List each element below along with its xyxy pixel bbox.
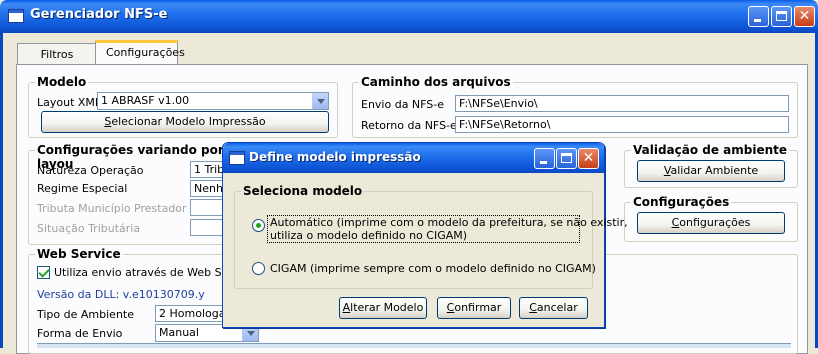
tipo-ambiente-select[interactable]: 2 Homologaçã [155,305,225,322]
close-icon: ✕ [582,150,595,166]
radio-cigam[interactable] [252,262,265,275]
chevron-down-icon[interactable] [312,93,328,109]
option-automatico-line2: utiliza o modelo definido no CIGAM) [270,229,468,242]
app-title-bar[interactable]: Gerenciador NFS-e ✕ [0,0,818,33]
selecionar-modelo-label: elecionar Modelo Impressão [111,115,266,128]
webservice-group-title: Web Service [35,247,123,261]
maximize-icon [561,153,572,163]
maximize-icon [776,11,787,21]
caminho-group-title: Caminho dos arquivos [359,75,513,89]
tipo-ambiente-label: Tipo de Ambiente [37,308,134,321]
dialog-window-icon [229,151,245,165]
dialog-title: Define modelo impressão [249,150,421,164]
regime-label: Regime Especial [37,182,128,195]
configuracoes-button[interactable]: Configurações [637,212,785,234]
minimize-icon [754,19,761,22]
configuracoes-label: onfigurações [679,216,751,229]
natureza-label: Natureza Operação [37,164,144,177]
layout-xml-value: 1 ABRASF v1.00 [101,94,190,107]
cancelar-button[interactable]: Cancelar [519,297,588,319]
envio-path-input[interactable]: F:\NFSe\Envio\ [455,95,789,112]
option-automatico-line1: Automático (imprime com o modelo da pref… [270,216,628,229]
dialog-body: Seleciona modelo Automático (imprime com… [226,173,628,325]
layout-xml-select[interactable]: 1 ABRASF v1.00 [97,92,329,110]
option-cigam-label: CIGAM (imprime sempre com o modelo defin… [270,262,596,275]
situacao-label: Situação Tributária [37,222,141,235]
dialog-title-bar[interactable]: Define modelo impressão ✕ [223,143,604,173]
app-title: Gerenciador NFS-e [30,7,168,22]
tab-configuracoes-label: Configurações [106,46,185,59]
dialog-maximize-button[interactable] [556,148,577,169]
modelo-group-title: Modelo [35,75,89,89]
dialog-minimize-button[interactable] [534,148,555,169]
envio-label: Envio da NFS-e [361,98,445,111]
minimize-icon [540,161,547,164]
tab-filtros[interactable]: Filtros [17,43,97,64]
dll-version: Versão da DLL: v.e10130709.y [37,288,205,301]
retorno-label: Retorno da NFS-e [361,119,457,132]
configuracoes-group-title: Configurações [631,195,732,209]
validar-label: alidar Ambiente [670,164,759,177]
define-modelo-dialog: Define modelo impressão ✕ Seleciona mode… [222,142,628,328]
alterar-label: lterar Modelo [350,301,424,314]
cancelar-label: ancelar [536,301,578,314]
radio-automatico[interactable] [252,219,265,232]
tributa-label: Tributa Município Prestador [37,202,187,215]
cancelar-accel: C [529,301,537,314]
tab-filtros-label: Filtros [40,48,74,61]
forma-envio-label: Forma de Envio [37,327,123,340]
dialog-close-button[interactable]: ✕ [578,148,599,169]
webservice-checkbox-label: Utiliza envio através de Web Servic [54,266,249,279]
bottom-panel-edge [37,343,791,348]
confirmar-label: onfirmar [454,301,502,314]
tab-configuracoes[interactable]: Configurações [95,40,185,64]
confirmar-button[interactable]: Confirmar [437,297,511,319]
app-window-icon [8,9,24,23]
maximize-button[interactable] [771,6,792,27]
minimize-button[interactable] [748,6,769,27]
close-icon: ✕ [798,8,811,24]
seleciona-modelo-title: Seleciona modelo [241,184,365,198]
forma-envio-value: Manual [159,326,199,339]
validar-ambiente-button[interactable]: Validar Ambiente [637,160,785,182]
webservice-checkbox[interactable] [37,266,50,279]
close-button[interactable]: ✕ [794,6,815,27]
layout-xml-label: Layout XML [37,96,102,109]
alterar-modelo-button[interactable]: Alterar Modelo [339,297,427,319]
selecionar-modelo-button[interactable]: Selecionar Modelo Impressão [41,111,329,133]
retorno-path-input[interactable]: F:\NFSe\Retorno\ [455,116,789,133]
validacao-group-title: Validação de ambiente [631,143,790,157]
